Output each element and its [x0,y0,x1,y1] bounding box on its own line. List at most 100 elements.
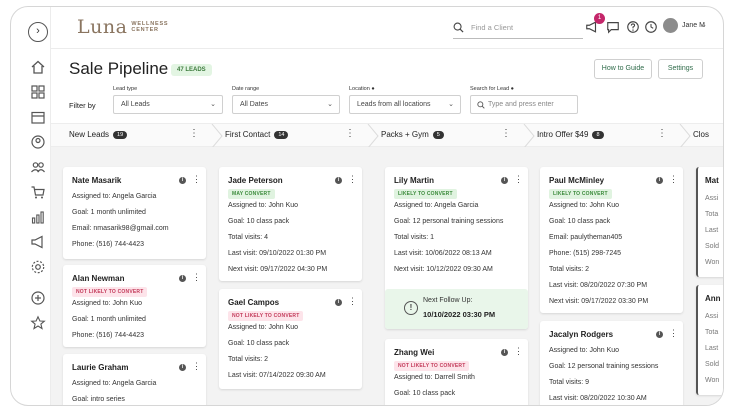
favorites-star-icon[interactable] [30,315,46,331]
profile-icon[interactable] [30,134,46,150]
info-icon[interactable]: i [179,275,186,282]
lead-detail: Last visit: 07/14/2022 09:30 AM [228,372,326,379]
lead-detail: Total visits: 2 [228,356,269,363]
info-icon[interactable]: i [501,177,508,184]
card-menu-icon[interactable]: ⋮ [514,175,523,184]
card-menu-icon[interactable]: ⋮ [669,175,678,184]
card-menu-icon[interactable]: ⋮ [192,362,201,371]
card-menu-icon[interactable]: ⋮ [514,347,523,356]
cart-icon[interactable] [30,184,46,200]
info-icon[interactable]: i [335,299,342,306]
user-menu-chevron-icon[interactable]: ⌄ [701,21,707,29]
stage-menu-icon[interactable]: ⋮ [189,129,199,139]
expand-sidebar-button[interactable]: › [28,22,48,42]
lead-name: Alan Newman [72,274,125,283]
next-follow-up-banner[interactable]: ! Next Follow Up: 10/10/2022 03:30 PM [385,289,528,329]
lead-type-value: All Leads [121,101,150,108]
card-menu-icon[interactable]: ⋮ [192,175,201,184]
lead-card[interactable]: Paul McMinley i ⋮ LIKELY TO CONVERT Assi… [540,167,683,313]
stage-first-contact[interactable]: First Contact 14 [225,130,289,139]
lead-card-partial[interactable]: Ann Assi Tota Last Sold Won [696,285,723,395]
conversion-tag: NOT LIKELY TO CONVERT [228,311,304,321]
search-lead-label: Search for Lead ● [470,86,514,92]
location-label: Location ● [349,86,375,92]
info-icon[interactable]: i [179,177,186,184]
pipeline-board: Nate Masarik i ⋮ Assigned to: Angela Gar… [51,147,723,405]
lead-detail: Goal: intro series [72,396,125,403]
stage-divider-chevron-icon [367,124,379,148]
lead-detail: Assigned to: Darrell Smith [394,374,475,381]
stage-closed[interactable]: Clos [693,130,709,139]
lead-detail: Last visit: 09/10/2022 01:30 PM [228,250,327,257]
lead-detail: Total visits: 2 [549,266,590,273]
brand-logo[interactable]: Luna WELLNESS CENTER [77,16,168,38]
lead-detail: Assigned to: Angela Garcia [72,193,157,200]
stage-count: 19 [113,131,128,139]
lead-card[interactable]: Alan Newman i ⋮ NOT LIKELY TO CONVERT As… [63,265,206,347]
info-icon[interactable]: i [501,349,508,356]
settings-button[interactable]: Settings [658,59,703,79]
clock-icon[interactable] [644,20,658,34]
lead-detail: Goal: 12 personal training sessions [549,363,659,370]
alert-icon: ! [404,301,418,315]
card-menu-icon[interactable]: ⋮ [348,175,357,184]
lead-detail: Last visit: 08/20/2022 10:30 AM [549,395,647,402]
stage-menu-icon[interactable]: ⋮ [345,129,355,139]
stage-divider-chevron-icon [523,124,535,148]
search-lead-input[interactable]: Type and press enter [470,95,578,114]
card-menu-icon[interactable]: ⋮ [192,273,201,282]
date-range-select[interactable]: All Dates ⌄ [232,95,340,114]
lead-detail: Next visit: 10/12/2022 09:30 AM [394,266,493,273]
leads-count-badge: 47 LEADS [171,64,212,76]
add-circle-icon[interactable] [30,290,46,306]
info-icon[interactable]: i [656,331,663,338]
lead-detail: Goal: 1 month unlimited [72,316,146,323]
lead-name: Paul McMinley [549,176,605,185]
stage-packs-gym[interactable]: Packs + Gym 5 [381,130,444,139]
follow-up-datetime: 10/10/2022 03:30 PM [423,310,496,319]
info-icon[interactable]: i [179,364,186,371]
lead-card-partial[interactable]: Mat Assi Tota Last Sold Won [696,167,723,277]
lead-detail: Tota [705,329,719,336]
lead-card[interactable]: Nate Masarik i ⋮ Assigned to: Angela Gar… [63,167,206,259]
home-icon[interactable] [30,59,46,75]
lead-detail: Total visits: 1 [394,234,435,241]
lead-card[interactable]: Jacalyn Rodgers i ⋮ Assigned to: John Ku… [540,321,683,405]
lead-detail: Assigned to: John Kuo [549,202,620,209]
card-menu-icon[interactable]: ⋮ [669,329,678,338]
lead-name: Zhang Wei [394,348,435,357]
lead-detail: Phone: (516) 744-4423 [72,332,144,339]
lead-name: Lily Martin [394,176,435,185]
calendar-icon[interactable] [30,109,46,125]
client-search-input[interactable]: Find a Client [453,19,583,39]
app-window: › Luna WELLNESS CENTER Find a Client 1 J… [10,6,724,406]
user-avatar[interactable] [663,18,678,33]
reports-chart-icon[interactable] [30,209,46,225]
how-to-guide-button[interactable]: How to Guide [594,59,652,79]
stage-menu-icon[interactable]: ⋮ [657,129,667,139]
settings-gear-icon[interactable] [30,259,46,275]
help-icon[interactable] [626,20,640,34]
info-icon[interactable]: i [335,177,342,184]
lead-card[interactable]: Jade Peterson i ⋮ MAY CONVERT Assigned t… [219,167,362,281]
dashboard-grid-icon[interactable] [30,84,46,100]
stage-new-leads[interactable]: New Leads 19 [69,130,128,139]
lead-card[interactable]: Laurie Graham i ⋮ Assigned to: Angela Ga… [63,354,206,405]
card-menu-icon[interactable]: ⋮ [348,297,357,306]
stage-menu-icon[interactable]: ⋮ [501,129,511,139]
info-icon[interactable]: i [656,177,663,184]
lead-name: Mat [705,176,719,185]
pipeline-stage-bar: New Leads 19 ⋮ First Contact 14 ⋮ Packs + … [51,123,723,148]
clients-icon[interactable] [30,159,46,175]
location-select[interactable]: Leads from all locations ⌄ [349,95,461,114]
lead-detail: Email: paulytheman405 [549,234,623,241]
stage-intro-offer[interactable]: Intro Offer $49 8 [537,130,604,139]
messages-icon[interactable] [606,20,620,34]
lead-type-select[interactable]: All Leads ⌄ [113,95,223,114]
brand-subtitle: WELLNESS CENTER [131,21,169,33]
lead-card[interactable]: Zhang Wei i ⋮ NOT LIKELY TO CONVERT Assi… [385,339,528,405]
lead-card[interactable]: Gael Campos i ⋮ NOT LIKELY TO CONVERT As… [219,289,362,389]
lead-detail: Last visit: 08/20/2022 07:30 PM [549,282,648,289]
lead-name: Ann [705,294,721,303]
marketing-megaphone-icon[interactable] [30,234,46,250]
